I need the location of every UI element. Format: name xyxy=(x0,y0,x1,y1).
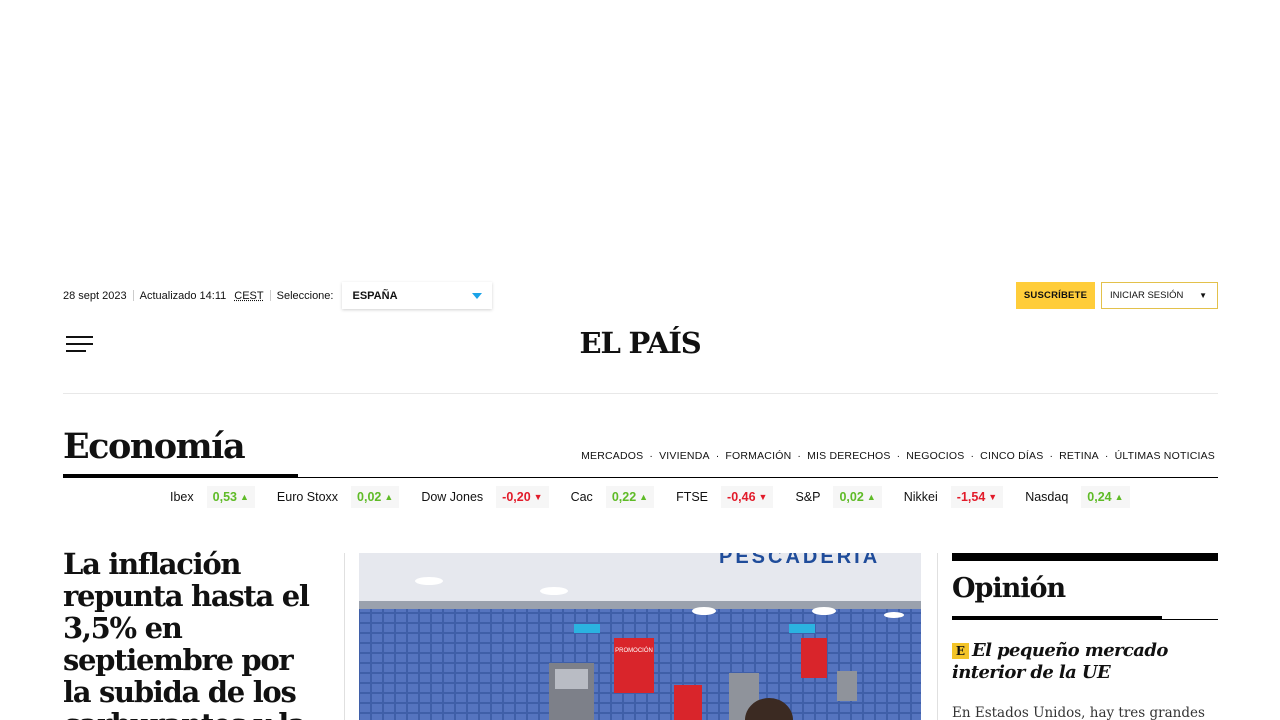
lead-headline[interactable]: La inflación repunta hasta el 3,5% en se… xyxy=(63,548,328,720)
ticker-change-value: -1,54 xyxy=(956,490,986,504)
caret-down-icon: ▼ xyxy=(1199,291,1207,300)
arrow-up-icon: ▲ xyxy=(239,492,249,502)
ticker-change: 0,53 ▲ xyxy=(206,486,255,508)
divider xyxy=(269,290,271,301)
ticker-change: -1,54 ▼ xyxy=(950,486,1004,508)
chevron-down-icon xyxy=(472,292,483,299)
ticker-change: 0,02 ▲ xyxy=(833,486,882,508)
editorial-badge-icon: E xyxy=(952,643,969,659)
promo-sign-text: PROMOCIÓN xyxy=(615,647,653,654)
subnav-link[interactable]: MERCADOS xyxy=(581,450,643,462)
subnav-separator: · xyxy=(1104,450,1109,462)
subnav-separator: · xyxy=(649,450,654,462)
arrow-down-icon: ▼ xyxy=(758,492,768,502)
opinion-summary: En Estados Unidos, hay tres grandes xyxy=(952,705,1205,720)
subnav-link[interactable]: CINCO DÍAS xyxy=(980,450,1043,462)
ticker-item[interactable]: FTSE -0,46 ▼ xyxy=(676,486,774,508)
section-subnav: MERCADOS · VIVIENDA · FORMACIÓN · MIS DERECHOS… xyxy=(581,450,1215,462)
subscribe-button[interactable]: SUSCRÍBETE xyxy=(1016,282,1095,309)
menu-icon[interactable] xyxy=(66,336,93,352)
site-logo[interactable]: EL PAÍS xyxy=(574,326,706,360)
section-divider xyxy=(63,477,1218,478)
ticker-change-value: 0,53 xyxy=(212,490,237,504)
opinion-top-bar xyxy=(952,553,1218,561)
section-title[interactable]: Economía xyxy=(63,426,246,467)
edition-selected-value: ESPAÑA xyxy=(352,289,398,302)
ticker-change-value: 0,22 xyxy=(611,490,637,504)
account-actions: SUSCRÍBETE INICIAR SESIÓN ▼ xyxy=(1016,282,1218,309)
lead-photo[interactable]: PESCADERÍA PROMOCIÓN xyxy=(359,553,921,720)
subnav-separator: · xyxy=(1049,450,1054,462)
login-label: INICIAR SESIÓN xyxy=(1110,290,1184,301)
subnav-separator: · xyxy=(715,450,720,462)
ticker-index-name: Ibex xyxy=(170,490,194,504)
store-sign-text: PESCADERÍA xyxy=(719,553,880,568)
ticker-change-value: 0,02 xyxy=(839,490,864,504)
ticker-change: 0,22 ▲ xyxy=(605,486,655,508)
supermarket-photo: PESCADERÍA PROMOCIÓN xyxy=(359,553,921,720)
subnav-separator: · xyxy=(896,450,901,462)
ticker-item[interactable]: Nikkei -1,54 ▼ xyxy=(903,486,1004,508)
ticker-change: -0,20 ▼ xyxy=(496,486,549,508)
arrow-up-icon: ▲ xyxy=(1114,492,1124,502)
edition-selector[interactable]: ESPAÑA xyxy=(342,282,493,309)
arrow-up-icon: ▲ xyxy=(866,492,876,502)
subnav-link[interactable]: ÚLTIMAS NOTICIAS xyxy=(1115,450,1215,462)
ad-space xyxy=(0,0,1280,270)
updated-time: Actualizado 14:11 xyxy=(139,289,227,302)
menu-line xyxy=(66,350,86,352)
ticker-item[interactable]: Ibex 0,53 ▲ xyxy=(170,486,255,508)
ticker-index-name: Cac xyxy=(570,490,593,504)
arrow-down-icon: ▼ xyxy=(533,492,543,502)
opinion-divider xyxy=(952,619,1218,620)
column-divider xyxy=(344,553,345,720)
ticker-item[interactable]: Nasdaq 0,24 ▲ xyxy=(1025,486,1130,508)
ticker-change-value: -0,46 xyxy=(727,490,756,504)
menu-line xyxy=(66,336,93,338)
market-ticker: Ibex 0,53 ▲ Euro Stoxx 0,02 ▲ Dow Jones -0,20 ▼ C… xyxy=(170,484,1152,510)
subnav-link[interactable]: RETINA xyxy=(1059,450,1099,462)
ticker-change: -0,46 ▼ xyxy=(721,486,774,508)
arrow-up-icon: ▲ xyxy=(639,492,649,502)
current-date: 28 sept 2023 xyxy=(63,289,127,302)
menu-line xyxy=(66,343,93,345)
ticker-index-name: Nikkei xyxy=(903,490,938,504)
subnav-link[interactable]: NEGOCIOS xyxy=(906,450,964,462)
opinion-headline[interactable]: El pequeño mercado interior de la UE xyxy=(952,640,1212,684)
subnav-separator: · xyxy=(970,450,975,462)
subnav-separator: · xyxy=(797,450,802,462)
ticker-index-name: Nasdaq xyxy=(1025,490,1069,504)
login-button[interactable]: INICIAR SESIÓN ▼ xyxy=(1101,282,1218,309)
ticker-index-name: FTSE xyxy=(676,490,709,504)
ticker-change: 0,02 ▲ xyxy=(351,486,400,508)
arrow-up-icon: ▲ xyxy=(384,492,394,502)
ticker-item[interactable]: Cac 0,22 ▲ xyxy=(571,486,655,508)
divider xyxy=(132,290,134,301)
ticker-change-value: 0,02 xyxy=(357,490,382,504)
ticker-change-value: -0,20 xyxy=(502,490,531,504)
edition-select-label: Seleccione: xyxy=(276,289,334,302)
ticker-index-name: Euro Stoxx xyxy=(276,490,339,504)
ticker-item[interactable]: Euro Stoxx 0,02 ▲ xyxy=(276,486,400,508)
subnav-link[interactable]: VIVIENDA xyxy=(659,450,710,462)
top-utility-bar: 28 sept 2023 Actualizado 14:11 CEST Sele… xyxy=(63,282,1218,309)
ticker-index-name: S&P xyxy=(795,490,821,504)
arrow-down-icon: ▼ xyxy=(988,492,998,502)
ticker-item[interactable]: Dow Jones -0,20 ▼ xyxy=(421,486,549,508)
ticker-index-name: Dow Jones xyxy=(421,490,484,504)
ticker-change: 0,24 ▲ xyxy=(1081,486,1130,508)
subnav-link[interactable]: FORMACIÓN xyxy=(725,450,791,462)
ticker-change-value: 0,24 xyxy=(1087,490,1112,504)
ticker-item[interactable]: S&P 0,02 ▲ xyxy=(795,486,882,508)
subnav-link[interactable]: MIS DERECHOS xyxy=(807,450,891,462)
timezone: CEST xyxy=(234,289,264,302)
opinion-title[interactable]: Opinión xyxy=(952,573,1066,604)
header-divider xyxy=(63,393,1218,394)
column-divider xyxy=(937,553,938,720)
